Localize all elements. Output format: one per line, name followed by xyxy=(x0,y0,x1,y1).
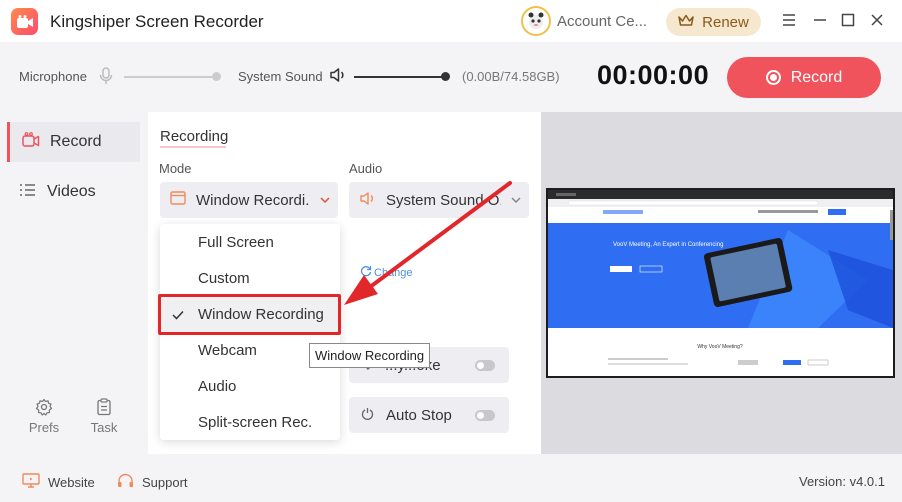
sidebar-item-label: Videos xyxy=(47,183,96,200)
record-dot-icon xyxy=(765,70,781,85)
mode-option-audio[interactable]: Audio xyxy=(160,368,340,404)
sidebar: Record Videos Prefs Task xyxy=(0,112,148,454)
system-sound-volume-slider[interactable] xyxy=(354,76,446,78)
option-row-auto-stop[interactable]: Auto Stop xyxy=(349,397,509,433)
mode-option-custom[interactable]: Custom xyxy=(160,260,340,296)
microphone-label: Microphone xyxy=(19,69,87,84)
minimize-icon[interactable] xyxy=(811,11,829,29)
cursor-toggle[interactable] xyxy=(475,359,495,371)
power-icon xyxy=(361,407,374,424)
system-sound-label: System Sound xyxy=(238,69,323,84)
mode-option-label: Audio xyxy=(198,377,237,395)
tooltip: Window Recording xyxy=(309,343,431,368)
website-link[interactable]: Website xyxy=(22,473,95,491)
monitor-icon xyxy=(22,473,40,491)
annotation-arrow xyxy=(344,181,512,305)
task-button[interactable]: Task xyxy=(84,398,124,435)
prefs-button[interactable]: Prefs xyxy=(24,398,64,435)
crown-icon xyxy=(678,14,694,31)
preview-hero-title: VooV Meeting, An Expert in Conferencing xyxy=(613,242,723,248)
microphone-icon[interactable] xyxy=(99,67,113,90)
mode-option-label: Split-screen Rec. xyxy=(198,413,313,431)
mode-option-label: Webcam xyxy=(198,341,257,359)
mode-select-value: Window Recordi... xyxy=(196,191,310,209)
account-label: Account Ce... xyxy=(557,12,647,30)
speaker-icon[interactable] xyxy=(329,66,347,89)
mode-option-split-screen[interactable]: Split-screen Rec. xyxy=(160,404,340,440)
section-title: Recording xyxy=(160,128,229,145)
microphone-volume-handle[interactable] xyxy=(212,72,221,81)
camera-icon xyxy=(22,131,40,153)
recording-timer: 00:00:00 xyxy=(597,60,710,90)
renew-button[interactable]: Renew xyxy=(666,8,761,36)
auto-stop-toggle[interactable] xyxy=(475,409,495,421)
microphone-volume-slider[interactable] xyxy=(124,76,220,78)
support-label: Support xyxy=(142,475,188,490)
mode-label: Mode xyxy=(159,161,192,176)
screen-preview[interactable]: VooV Meeting, An Expert in Conferencing … xyxy=(546,188,895,378)
preview-section-heading: Why VooV Meeting? xyxy=(697,344,743,350)
record-button-label: Record xyxy=(790,68,843,86)
close-icon[interactable] xyxy=(868,11,886,29)
annotation-highlight-box xyxy=(158,294,341,335)
section-underline xyxy=(160,146,226,148)
mode-option-label: Full Screen xyxy=(198,233,274,251)
mode-select[interactable]: Window Recordi... xyxy=(160,182,338,218)
mode-option-full-screen[interactable]: Full Screen xyxy=(160,224,340,260)
recording-toolbar: Microphone System Sound (0.00B/74.58GB) … xyxy=(0,42,902,112)
audio-label: Audio xyxy=(349,161,383,176)
footer: Website Support Version: v4.0.1 xyxy=(0,454,902,502)
avatar xyxy=(521,6,551,36)
system-sound-volume-handle[interactable] xyxy=(441,72,450,81)
sidebar-item-label: Record xyxy=(50,133,102,150)
account-center-button[interactable]: Account Ce... xyxy=(521,6,647,36)
hamburger-icon[interactable] xyxy=(780,11,798,29)
headset-icon xyxy=(117,473,134,492)
option-row-label: Auto Stop xyxy=(386,406,452,424)
storage-indicator: (0.00B/74.58GB) xyxy=(462,69,560,84)
window-icon xyxy=(170,191,186,209)
website-label: Website xyxy=(48,474,95,490)
sidebar-item-videos[interactable]: Videos xyxy=(7,172,140,212)
mode-option-label: Custom xyxy=(198,269,250,287)
task-label: Task xyxy=(90,420,118,435)
sidebar-item-record[interactable]: Record xyxy=(7,122,140,162)
version-label: Version: v4.0.1 xyxy=(799,474,885,489)
support-link[interactable]: Support xyxy=(117,473,188,492)
list-icon xyxy=(19,183,37,202)
gear-icon xyxy=(24,398,64,420)
renew-label: Renew xyxy=(702,13,749,31)
app-logo-icon xyxy=(11,8,38,35)
title-bar: Kingshiper Screen Recorder Account Ce...… xyxy=(0,0,902,42)
maximize-icon[interactable] xyxy=(839,11,857,29)
prefs-label: Prefs xyxy=(28,420,60,435)
clipboard-icon xyxy=(84,398,124,420)
record-button[interactable]: Record xyxy=(727,57,881,98)
app-title: Kingshiper Screen Recorder xyxy=(50,12,264,31)
